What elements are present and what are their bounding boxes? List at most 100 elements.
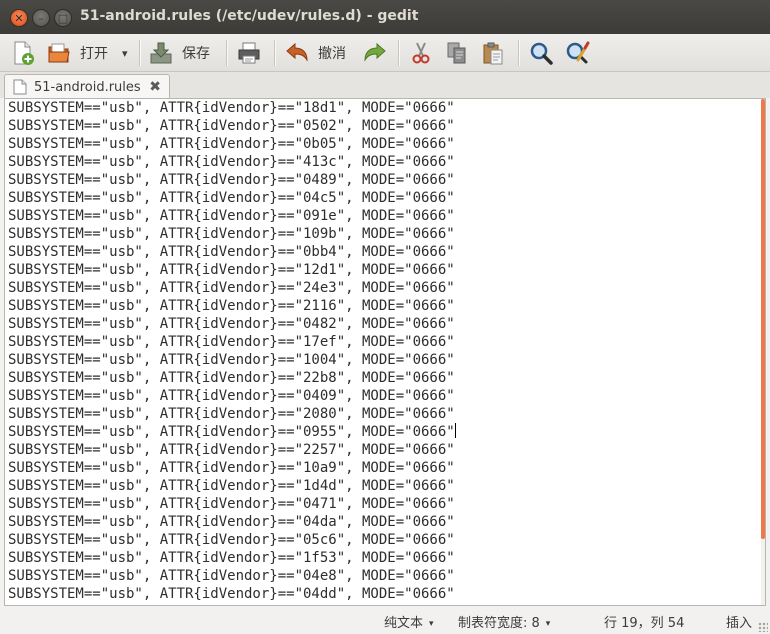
code-line-text: SUBSYSTEM=="usb", ATTR{idVendor}=="2080"… — [8, 406, 455, 422]
code-line-text: SUBSYSTEM=="usb", ATTR{idVendor}=="2257"… — [8, 442, 455, 458]
code-line-text: SUBSYSTEM=="usb", ATTR{idVendor}=="1004"… — [8, 352, 455, 368]
paste-icon — [483, 42, 503, 65]
code-line: SUBSYSTEM=="usb", ATTR{idVendor}=="17ef"… — [8, 333, 456, 351]
code-line-text: SUBSYSTEM=="usb", ATTR{idVendor}=="10a9"… — [8, 460, 455, 476]
new-document-icon — [14, 41, 34, 65]
code-line-text: SUBSYSTEM=="usb", ATTR{idVendor}=="05c6"… — [8, 532, 455, 548]
code-line: SUBSYSTEM=="usb", ATTR{idVendor}=="12d1"… — [8, 261, 456, 279]
resize-grip[interactable] — [758, 622, 768, 632]
toolbar: 打开 ▾ 保存 撤消 — [0, 34, 770, 72]
window-maximize-button[interactable]: □ — [54, 9, 72, 27]
code-line-text: SUBSYSTEM=="usb", ATTR{idVendor}=="0bb4"… — [8, 244, 455, 260]
code-line: SUBSYSTEM=="usb", ATTR{idVendor}=="1d4d"… — [8, 477, 456, 495]
tab-close-button[interactable]: ✖ — [149, 79, 161, 95]
code-line: SUBSYSTEM=="usb", ATTR{idVendor}=="1f53"… — [8, 549, 456, 567]
open-label: 打开 — [80, 46, 108, 62]
code-line-text: SUBSYSTEM=="usb", ATTR{idVendor}=="1f53"… — [8, 550, 455, 566]
code-line-text: SUBSYSTEM=="usb", ATTR{idVendor}=="0b05"… — [8, 136, 455, 152]
code-line-text: SUBSYSTEM=="usb", ATTR{idVendor}=="04c5"… — [8, 190, 455, 206]
code-line: SUBSYSTEM=="usb", ATTR{idVendor}=="05c6"… — [8, 531, 456, 549]
code-line-text: SUBSYSTEM=="usb", ATTR{idVendor}=="22b8"… — [8, 370, 455, 386]
redo-icon — [364, 42, 386, 62]
undo-button[interactable]: 撤消 — [284, 38, 346, 68]
code-line: SUBSYSTEM=="usb", ATTR{idVendor}=="1004"… — [8, 351, 456, 369]
code-line: SUBSYSTEM=="usb", ATTR{idVendor}=="0489"… — [8, 171, 456, 189]
code-line: SUBSYSTEM=="usb", ATTR{idVendor}=="0471"… — [8, 495, 456, 513]
maximize-icon: □ — [57, 11, 69, 25]
undo-icon — [286, 42, 308, 62]
code-line: SUBSYSTEM=="usb", ATTR{idVendor}=="413c"… — [8, 153, 456, 171]
open-recent-dropdown[interactable]: ▾ — [122, 38, 128, 68]
toolbar-separator — [518, 40, 520, 66]
cursor-position: 行 19，列 54 — [604, 616, 685, 631]
code-line-text: SUBSYSTEM=="usb", ATTR{idVendor}=="0409"… — [8, 388, 455, 404]
scrollbar-thumb[interactable] — [761, 99, 765, 539]
code-line-text: SUBSYSTEM=="usb", ATTR{idVendor}=="0955"… — [8, 424, 455, 440]
code-line: SUBSYSTEM=="usb", ATTR{idVendor}=="091e"… — [8, 207, 456, 225]
code-line-text: SUBSYSTEM=="usb", ATTR{idVendor}=="0489"… — [8, 172, 455, 188]
tab-51-android-rules[interactable]: 51-android.rules ✖ — [4, 74, 170, 99]
text-file-icon — [13, 79, 27, 95]
code-line: SUBSYSTEM=="usb", ATTR{idVendor}=="109b"… — [8, 225, 456, 243]
editor-lines: SUBSYSTEM=="usb", ATTR{idVendor}=="18d1"… — [8, 99, 456, 605]
code-line: SUBSYSTEM=="usb", ATTR{idVendor}=="0409"… — [8, 387, 456, 405]
vertical-scrollbar[interactable] — [761, 99, 765, 605]
code-line: SUBSYSTEM=="usb", ATTR{idVendor}=="04dd"… — [8, 585, 456, 603]
code-line: SUBSYSTEM=="usb", ATTR{idVendor}=="0b05"… — [8, 135, 456, 153]
print-button[interactable] — [236, 38, 262, 68]
toolbar-separator — [274, 40, 276, 66]
code-line-text: SUBSYSTEM=="usb", ATTR{idVendor}=="24e3"… — [8, 280, 455, 296]
copy-button[interactable] — [444, 38, 470, 68]
open-button[interactable]: 打开 — [46, 38, 108, 68]
redo-button[interactable] — [362, 38, 388, 68]
tab-width-label: 制表符宽度: 8 — [458, 616, 540, 631]
window-minimize-button[interactable]: – — [32, 9, 50, 27]
language-selector[interactable]: 纯文本 ▾ — [384, 612, 434, 631]
code-line-text: SUBSYSTEM=="usb", ATTR{idVendor}=="0471"… — [8, 496, 455, 512]
save-button[interactable]: 保存 — [148, 38, 210, 68]
tab-label: 51-android.rules — [34, 79, 141, 95]
code-line: SUBSYSTEM=="usb", ATTR{idVendor}=="0482"… — [8, 315, 456, 333]
window-title: 51-android.rules (/etc/udev/rules.d) - g… — [80, 8, 419, 24]
code-line-text: SUBSYSTEM=="usb", ATTR{idVendor}=="0482"… — [8, 316, 455, 332]
toolbar-separator — [226, 40, 228, 66]
minimize-icon: – — [38, 11, 44, 25]
cut-button[interactable] — [408, 38, 434, 68]
search-icon — [530, 42, 553, 65]
tab-strip: 51-android.rules ✖ — [0, 72, 770, 99]
chevron-down-icon: ▾ — [545, 619, 551, 629]
code-line-text: SUBSYSTEM=="usb", ATTR{idVendor}=="04da"… — [8, 514, 455, 530]
code-line: SUBSYSTEM=="usb", ATTR{idVendor}=="0502"… — [8, 117, 456, 135]
code-line-text: SUBSYSTEM=="usb", ATTR{idVendor}=="0502"… — [8, 118, 455, 134]
text-editor[interactable]: SUBSYSTEM=="usb", ATTR{idVendor}=="18d1"… — [4, 98, 766, 606]
code-line-text: SUBSYSTEM=="usb", ATTR{idVendor}=="109b"… — [8, 226, 455, 242]
save-icon — [150, 42, 172, 64]
code-line: SUBSYSTEM=="usb", ATTR{idVendor}=="10a9"… — [8, 459, 456, 477]
code-line: SUBSYSTEM=="usb", ATTR{idVendor}=="22b8"… — [8, 369, 456, 387]
code-line: SUBSYSTEM=="usb", ATTR{idVendor}=="2116"… — [8, 297, 456, 315]
language-label: 纯文本 — [384, 616, 424, 631]
code-line-text: SUBSYSTEM=="usb", ATTR{idVendor}=="04e8"… — [8, 568, 455, 584]
window-close-button[interactable]: ✕ — [10, 9, 28, 27]
code-line-text: SUBSYSTEM=="usb", ATTR{idVendor}=="091e"… — [8, 208, 455, 224]
code-line-text: SUBSYSTEM=="usb", ATTR{idVendor}=="1d4d"… — [8, 478, 455, 494]
search-replace-icon — [566, 41, 590, 64]
code-line-text: SUBSYSTEM=="usb", ATTR{idVendor}=="18d1"… — [8, 100, 455, 116]
code-line: SUBSYSTEM=="usb", ATTR{idVendor}=="24e3"… — [8, 279, 456, 297]
chevron-down-icon: ▾ — [429, 619, 434, 629]
save-label: 保存 — [182, 46, 210, 62]
text-cursor — [454, 423, 456, 438]
close-icon: ✕ — [14, 11, 24, 25]
code-line: SUBSYSTEM=="usb", ATTR{idVendor}=="04da"… — [8, 513, 456, 531]
open-icon — [48, 43, 70, 63]
tab-width-selector[interactable]: 制表符宽度: 8 ▾ — [458, 612, 550, 631]
search-button[interactable] — [528, 38, 554, 68]
new-document-button[interactable] — [10, 38, 36, 68]
paste-button[interactable] — [480, 38, 506, 68]
toolbar-separator — [139, 40, 141, 66]
search-replace-button[interactable] — [564, 38, 590, 68]
code-line-text: SUBSYSTEM=="usb", ATTR{idVendor}=="12d1"… — [8, 262, 455, 278]
chevron-down-icon: ▾ — [122, 46, 128, 60]
copy-icon — [447, 42, 466, 64]
code-line-text: SUBSYSTEM=="usb", ATTR{idVendor}=="17ef"… — [8, 334, 455, 350]
